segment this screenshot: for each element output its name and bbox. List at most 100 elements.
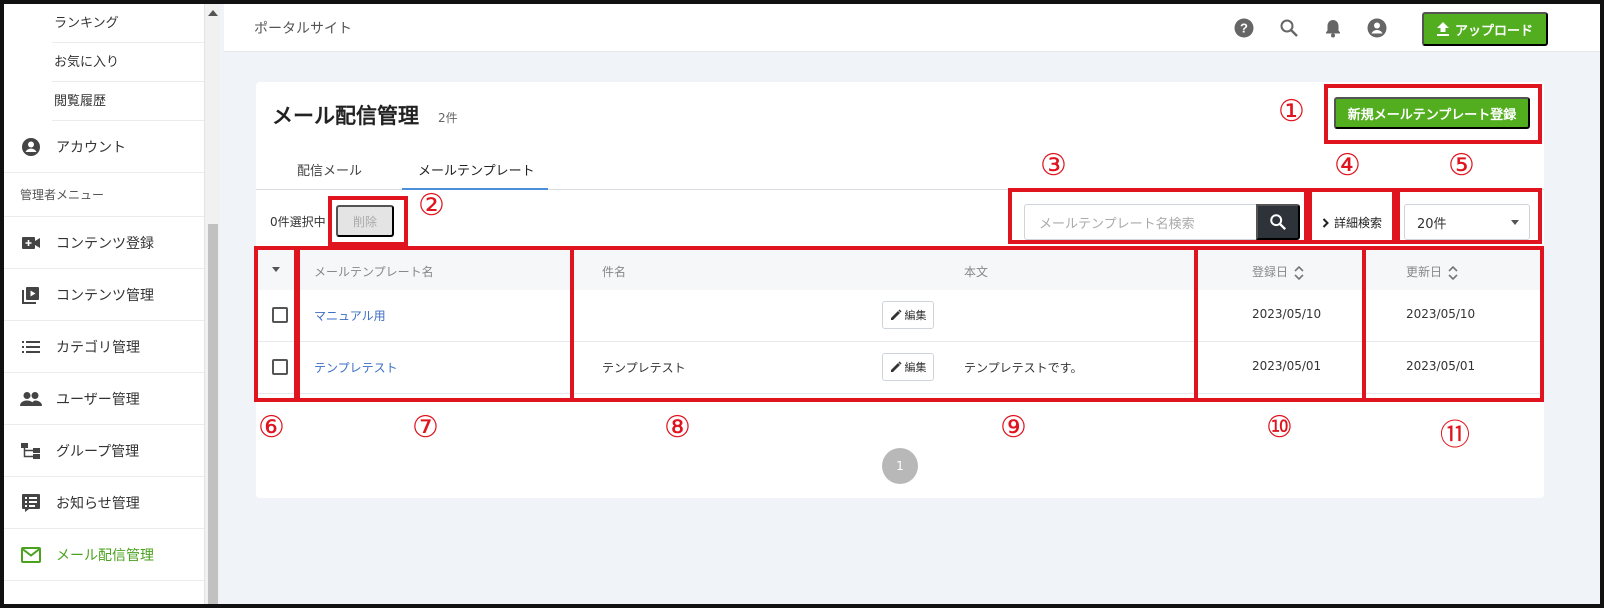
mail-icon [20,544,42,566]
advanced-search-link[interactable]: 詳細検索 [1322,214,1382,231]
pagination-page-1[interactable]: 1 [882,448,918,484]
header-subject: 件名 [602,265,627,279]
sidebar-scrollbar[interactable] [204,4,220,604]
annotation-number-1: ① [1278,94,1305,129]
sidebar-item-label: お知らせ管理 [56,495,140,512]
per-page-value: 20件 [1417,216,1447,232]
tab-delivery-mail[interactable]: 配信メール [297,160,362,179]
total-count: 2件 [438,111,458,125]
chevron-right-icon [1322,218,1329,228]
sidebar-item-label: アカウント [56,139,126,156]
annotation-number-7: ⑦ [412,410,439,445]
sidebar-item-label: メール配信管理 [56,547,154,564]
sidebar-item-history[interactable]: 閲覧履歴 [52,82,212,121]
sort-icon [1448,265,1458,280]
created-date-cell: 2023/05/01 [1252,359,1322,373]
header-updated-label: 更新日 [1406,265,1443,279]
updated-date-cell: 2023/05/10 [1406,307,1476,321]
video-add-icon [20,232,42,254]
search-submit-button[interactable] [1256,204,1300,240]
edit-button[interactable]: 編集 [882,301,934,329]
header-created-date[interactable]: 登録日 [1252,263,1304,281]
edit-button[interactable]: 編集 [882,353,934,381]
annotation-number-10: ⑩ [1266,410,1293,445]
sidebar-item-favorites[interactable]: お気に入り [52,43,212,82]
annotation-number-2: ② [418,188,445,223]
pencil-icon [890,309,902,320]
table-header: メールテンプレート名 件名 本文 登録日 更新日 [256,250,1544,290]
account-circle-icon [20,136,42,158]
header-updated-date[interactable]: 更新日 [1406,263,1458,281]
annotation-number-4: ④ [1334,148,1361,183]
scroll-up-icon[interactable] [208,10,218,16]
annotation-number-5: ⑤ [1448,148,1475,183]
sidebar-item-label: コンテンツ管理 [56,287,154,304]
sort-icon [1294,265,1304,280]
header-body: 本文 [964,265,989,279]
pencil-icon [890,361,902,372]
chevron-down-icon [1511,220,1519,225]
table-row: テンプレテスト テンプレテスト 編集 テンプレテストです。 2023/05/01… [256,342,1544,394]
sidebar-item-content-manage[interactable]: コンテンツ管理 [4,269,212,321]
search-icon [1270,214,1287,231]
selected-count: 0件選択中 [270,215,326,229]
per-page-select[interactable]: 20件 [1404,204,1530,240]
top-header: ポータルサイト ? アップロード [224,4,1600,52]
table-row: マニュアル用 編集 2023/05/10 2023/05/10 [256,290,1544,342]
row-checkbox[interactable] [272,359,288,375]
new-template-button[interactable]: 新規メールテンプレート登録 [1334,97,1530,129]
header-created-label: 登録日 [1252,265,1289,279]
tab-mail-template[interactable]: メールテンプレート [418,160,535,179]
user-avatar-icon[interactable] [1367,18,1387,38]
header-template-name: メールテンプレート名 [314,265,434,279]
subject-cell: テンプレテスト [602,361,686,375]
video-library-icon [20,284,42,306]
advanced-search-label: 詳細検索 [1334,216,1383,230]
template-name-link[interactable]: マニュアル用 [314,307,386,324]
upload-label: アップロード [1454,22,1533,38]
sidebar-item-label: グループ管理 [56,443,140,460]
hierarchy-icon [20,440,42,462]
upload-button[interactable]: アップロード [1422,12,1548,46]
admin-menu-heading: 管理者メニュー [4,173,212,217]
mail-management-card: メール配信管理 2件 新規メールテンプレート登録 配信メール メールテンプレート… [256,82,1544,498]
annotation-number-9: ⑨ [1000,410,1027,445]
sidebar-item-label: カテゴリ管理 [56,339,140,356]
svg-text:?: ? [1240,21,1248,36]
select-menu-caret-icon[interactable] [272,267,280,272]
created-date-cell: 2023/05/10 [1252,307,1322,321]
sidebar-item-account[interactable]: アカウント [4,121,212,173]
edit-label: 編集 [904,310,927,322]
sidebar-item-category[interactable]: カテゴリ管理 [4,321,212,373]
sidebar-item-notices[interactable]: お知らせ管理 [4,477,212,529]
body-cell: テンプレテストです。 [964,361,1083,375]
bell-icon[interactable] [1323,18,1343,38]
sidebar-item-label: コンテンツ登録 [56,235,154,252]
sidebar-item-groups[interactable]: グループ管理 [4,425,212,477]
template-name-link[interactable]: テンプレテスト [314,359,398,376]
sidebar-item-content-register[interactable]: コンテンツ登録 [4,217,212,269]
search-icon[interactable] [1279,18,1299,38]
help-icon[interactable]: ? [1234,18,1254,38]
annotation-number-8: ⑧ [664,410,691,445]
sidebar-item-ranking[interactable]: ランキング [52,4,212,43]
row-checkbox[interactable] [272,307,288,323]
people-icon [20,388,42,410]
page-title: メール配信管理 [272,104,419,128]
sidebar-item-mail[interactable]: メール配信管理 [4,529,212,581]
sidebar-item-users[interactable]: ユーザー管理 [4,373,212,425]
edit-label: 編集 [904,362,927,374]
template-search-input[interactable]: メールテンプレート名検索 [1024,204,1256,240]
scrollbar-thumb[interactable] [208,224,218,604]
updated-date-cell: 2023/05/01 [1406,359,1476,373]
annotation-number-3: ③ [1040,148,1067,183]
annotation-number-11: ⑪ [1440,418,1470,453]
sidebar: ランキング お気に入り 閲覧履歴 アカウント 管理者メニュー コンテンツ登録 コ… [4,4,214,604]
list-icon [20,336,42,358]
site-title[interactable]: ポータルサイト [254,18,352,38]
delete-button[interactable]: 削除 [336,205,394,237]
sidebar-item-label: ユーザー管理 [56,391,140,408]
annotation-number-6: ⑥ [258,410,285,445]
upload-icon [1436,22,1449,36]
notice-icon [20,492,42,514]
